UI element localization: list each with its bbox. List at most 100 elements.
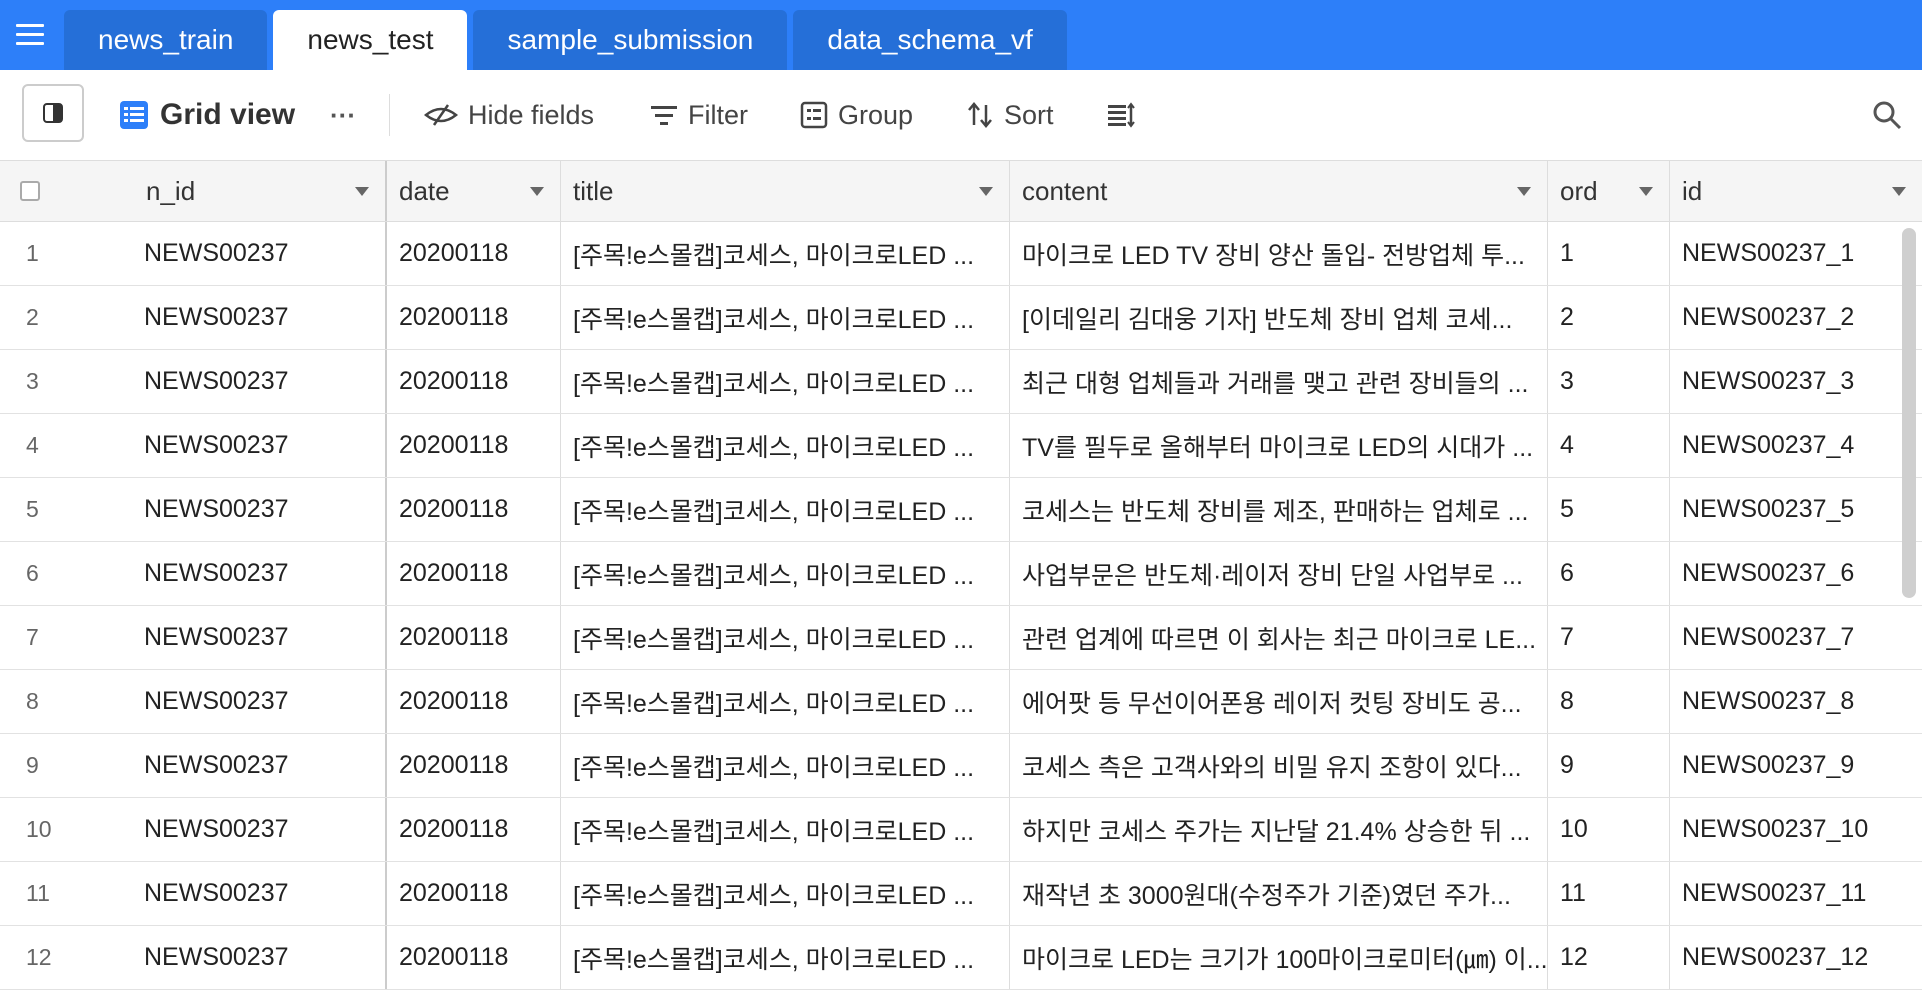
chevron-down-icon[interactable] xyxy=(979,187,993,196)
cell-content[interactable]: 에어팟 등 무선이어폰용 레이저 컷팅 장비도 공... xyxy=(1010,670,1548,733)
cell-n-id[interactable]: NEWS00237 xyxy=(130,734,387,797)
column-header-ord[interactable]: ord xyxy=(1548,161,1670,221)
cell-id[interactable]: NEWS00237_6 xyxy=(1670,542,1922,605)
cell-content[interactable]: [이데일리 김대웅 기자] 반도체 장비 업체 코세... xyxy=(1010,286,1548,349)
cell-title[interactable]: [주목!e스몰캡]코세스, 마이크로LED ... xyxy=(561,222,1010,285)
cell-id[interactable]: NEWS00237_2 xyxy=(1670,286,1922,349)
table-row[interactable]: 12 NEWS00237 20200118 [주목!e스몰캡]코세스, 마이크로LED… xyxy=(0,926,1922,990)
cell-ord[interactable]: 11 xyxy=(1548,862,1670,925)
cell-content[interactable]: 코세스는 반도체 장비를 제조, 판매하는 업체로 ... xyxy=(1010,478,1548,541)
sort-button[interactable]: Sort xyxy=(966,70,1054,160)
cell-title[interactable]: [주목!e스몰캡]코세스, 마이크로LED ... xyxy=(561,670,1010,733)
cell-ord[interactable]: 2 xyxy=(1548,286,1670,349)
cell-ord[interactable]: 12 xyxy=(1548,926,1670,989)
cell-title[interactable]: [주목!e스몰캡]코세스, 마이크로LED ... xyxy=(561,926,1010,989)
table-row[interactable]: 10 NEWS00237 20200118 [주목!e스몰캡]코세스, 마이크로LED… xyxy=(0,798,1922,862)
cell-id[interactable]: NEWS00237_12 xyxy=(1670,926,1922,989)
cell-date[interactable]: 20200118 xyxy=(387,670,561,733)
cell-id[interactable]: NEWS00237_9 xyxy=(1670,734,1922,797)
cell-title[interactable]: [주목!e스몰캡]코세스, 마이크로LED ... xyxy=(561,286,1010,349)
cell-title[interactable]: [주목!e스몰캡]코세스, 마이크로LED ... xyxy=(561,542,1010,605)
cell-date[interactable]: 20200118 xyxy=(387,862,561,925)
column-header-title[interactable]: title xyxy=(561,161,1010,221)
cell-date[interactable]: 20200118 xyxy=(387,798,561,861)
cell-date[interactable]: 20200118 xyxy=(387,926,561,989)
select-all-checkbox[interactable] xyxy=(20,181,40,201)
cell-date[interactable]: 20200118 xyxy=(387,286,561,349)
column-header-n-id[interactable]: n_id xyxy=(130,161,387,221)
table-row[interactable]: 4 NEWS00237 20200118 [주목!e스몰캡]코세스, 마이크로LED … xyxy=(0,414,1922,478)
cell-title[interactable]: [주목!e스몰캡]코세스, 마이크로LED ... xyxy=(561,862,1010,925)
cell-n-id[interactable]: NEWS00237 xyxy=(130,926,387,989)
table-row[interactable]: 3 NEWS00237 20200118 [주목!e스몰캡]코세스, 마이크로LED … xyxy=(0,350,1922,414)
cell-date[interactable]: 20200118 xyxy=(387,414,561,477)
cell-n-id[interactable]: NEWS00237 xyxy=(130,862,387,925)
cell-ord[interactable]: 3 xyxy=(1548,350,1670,413)
group-button[interactable]: Group xyxy=(800,70,913,160)
column-header-date[interactable]: date xyxy=(387,161,561,221)
hide-fields-button[interactable]: Hide fields xyxy=(424,70,594,160)
cell-ord[interactable]: 1 xyxy=(1548,222,1670,285)
table-row[interactable]: 8 NEWS00237 20200118 [주목!e스몰캡]코세스, 마이크로LED … xyxy=(0,670,1922,734)
sidebar-toggle-button[interactable] xyxy=(22,84,84,142)
cell-date[interactable]: 20200118 xyxy=(387,734,561,797)
tab-sample-submission[interactable]: sample_submission xyxy=(473,10,788,70)
table-row[interactable]: 2 NEWS00237 20200118 [주목!e스몰캡]코세스, 마이크로LED … xyxy=(0,286,1922,350)
cell-id[interactable]: NEWS00237_11 xyxy=(1670,862,1922,925)
cell-date[interactable]: 20200118 xyxy=(387,542,561,605)
cell-n-id[interactable]: NEWS00237 xyxy=(130,286,387,349)
cell-title[interactable]: [주목!e스몰캡]코세스, 마이크로LED ... xyxy=(561,798,1010,861)
cell-ord[interactable]: 9 xyxy=(1548,734,1670,797)
tab-data-schema-vf[interactable]: data_schema_vf xyxy=(793,10,1067,70)
chevron-down-icon[interactable] xyxy=(1517,187,1531,196)
chevron-down-icon[interactable] xyxy=(1892,187,1906,196)
cell-content[interactable]: 관련 업계에 따르면 이 회사는 최근 마이크로 LE... xyxy=(1010,606,1548,669)
cell-title[interactable]: [주목!e스몰캡]코세스, 마이크로LED ... xyxy=(561,734,1010,797)
table-row[interactable]: 5 NEWS00237 20200118 [주목!e스몰캡]코세스, 마이크로LED … xyxy=(0,478,1922,542)
cell-ord[interactable]: 10 xyxy=(1548,798,1670,861)
cell-content[interactable]: TV를 필두로 올해부터 마이크로 LED의 시대가 ... xyxy=(1010,414,1548,477)
cell-title[interactable]: [주목!e스몰캡]코세스, 마이크로LED ... xyxy=(561,414,1010,477)
cell-content[interactable]: 마이크로 LED는 크기가 100마이크로미터(㎛) 이... xyxy=(1010,926,1548,989)
cell-n-id[interactable]: NEWS00237 xyxy=(130,222,387,285)
view-more-button[interactable]: ··· xyxy=(330,70,356,160)
table-row[interactable]: 6 NEWS00237 20200118 [주목!e스몰캡]코세스, 마이크로LED … xyxy=(0,542,1922,606)
table-row[interactable]: 1 NEWS00237 20200118 [주목!e스몰캡]코세스, 마이크로LED … xyxy=(0,222,1922,286)
chevron-down-icon[interactable] xyxy=(530,187,544,196)
column-header-content[interactable]: content xyxy=(1010,161,1548,221)
cell-id[interactable]: NEWS00237_1 xyxy=(1670,222,1922,285)
cell-date[interactable]: 20200118 xyxy=(387,222,561,285)
cell-n-id[interactable]: NEWS00237 xyxy=(130,670,387,733)
table-row[interactable]: 11 NEWS00237 20200118 [주목!e스몰캡]코세스, 마이크로LED… xyxy=(0,862,1922,926)
cell-content[interactable]: 하지만 코세스 주가는 지난달 21.4% 상승한 뒤 ... xyxy=(1010,798,1548,861)
cell-n-id[interactable]: NEWS00237 xyxy=(130,542,387,605)
row-height-button[interactable] xyxy=(1106,70,1146,160)
cell-date[interactable]: 20200118 xyxy=(387,350,561,413)
tab-news-train[interactable]: news_train xyxy=(64,10,268,70)
hamburger-menu-icon[interactable] xyxy=(16,24,44,46)
cell-id[interactable]: NEWS00237_7 xyxy=(1670,606,1922,669)
cell-date[interactable]: 20200118 xyxy=(387,606,561,669)
cell-id[interactable]: NEWS00237_5 xyxy=(1670,478,1922,541)
cell-id[interactable]: NEWS00237_4 xyxy=(1670,414,1922,477)
cell-n-id[interactable]: NEWS00237 xyxy=(130,606,387,669)
cell-id[interactable]: NEWS00237_10 xyxy=(1670,798,1922,861)
column-header-id[interactable]: id xyxy=(1670,161,1922,221)
cell-id[interactable]: NEWS00237_3 xyxy=(1670,350,1922,413)
search-button[interactable] xyxy=(1872,70,1912,160)
cell-date[interactable]: 20200118 xyxy=(387,478,561,541)
chevron-down-icon[interactable] xyxy=(355,187,369,196)
cell-ord[interactable]: 7 xyxy=(1548,606,1670,669)
cell-id[interactable]: NEWS00237_8 xyxy=(1670,670,1922,733)
chevron-down-icon[interactable] xyxy=(1639,187,1653,196)
cell-n-id[interactable]: NEWS00237 xyxy=(130,798,387,861)
table-row[interactable]: 9 NEWS00237 20200118 [주목!e스몰캡]코세스, 마이크로LED … xyxy=(0,734,1922,798)
cell-n-id[interactable]: NEWS00237 xyxy=(130,478,387,541)
cell-content[interactable]: 마이크로 LED TV 장비 양산 돌입- 전방업체 투... xyxy=(1010,222,1548,285)
tab-news-test[interactable]: news_test xyxy=(273,10,468,70)
cell-content[interactable]: 재작년 초 3000원대(수정주가 기준)였던 주가... xyxy=(1010,862,1548,925)
filter-button[interactable]: Filter xyxy=(650,70,748,160)
cell-ord[interactable]: 8 xyxy=(1548,670,1670,733)
cell-ord[interactable]: 4 xyxy=(1548,414,1670,477)
cell-n-id[interactable]: NEWS00237 xyxy=(130,350,387,413)
